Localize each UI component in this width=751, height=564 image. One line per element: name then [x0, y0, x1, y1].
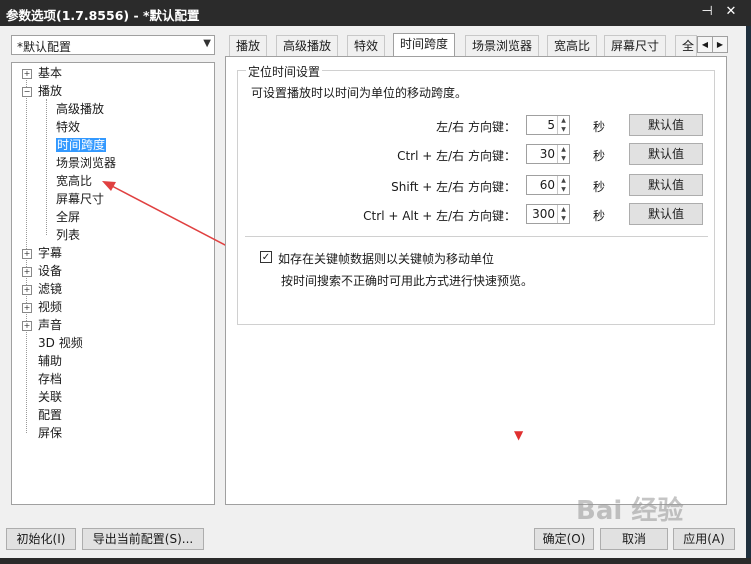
row-label-ctrl-alt-arrow: Ctrl + Alt + 左/右 方向键：	[363, 209, 516, 223]
tab-strip: 播放 高级播放 特效 时间跨度 场景浏览器 宽高比 屏幕尺寸 全	[227, 33, 727, 57]
unit-label: 秒	[593, 209, 606, 223]
spin-arrows-icon[interactable]: ▲ ▼	[557, 205, 569, 223]
default-button[interactable]: 默认值	[629, 143, 703, 165]
spin-arrows-icon[interactable]: ▲ ▼	[557, 116, 569, 134]
tab-effects[interactable]: 特效	[347, 35, 386, 56]
apply-button[interactable]: 应用(A)	[673, 528, 735, 550]
cancel-button[interactable]: 取消	[600, 528, 668, 550]
tab-screen-size[interactable]: 屏幕尺寸	[604, 35, 667, 56]
shift-arrow-seconds-stepper[interactable]: 60 ▲ ▼	[526, 175, 570, 195]
marker-icon: ▼	[514, 428, 524, 442]
row-label-shift-arrow: Shift + 左/右 方向键：	[391, 180, 516, 194]
ok-button[interactable]: 确定(O)	[534, 528, 594, 550]
keyframe-checkbox-label[interactable]: 如存在关键帧数据则以关键帧为移动单位	[278, 250, 494, 267]
watermark: Bai 经验	[576, 496, 684, 526]
tab-time-span[interactable]: 时间跨度	[393, 33, 456, 57]
keyframe-checkbox[interactable]: ✓	[260, 251, 272, 263]
taskbar-edge	[0, 558, 751, 564]
default-button[interactable]: 默认值	[629, 114, 703, 136]
chevron-left-icon[interactable]: ◀	[697, 36, 713, 53]
tab-advanced-playback[interactable]: 高级播放	[276, 35, 339, 56]
tab-playback[interactable]: 播放	[229, 35, 268, 56]
tab-fullscreen[interactable]: 全	[675, 35, 697, 56]
spin-arrows-icon[interactable]: ▲ ▼	[557, 145, 569, 163]
ctrl-arrow-seconds-stepper[interactable]: 30 ▲ ▼	[526, 144, 570, 164]
arrow-seconds-stepper[interactable]: 5 ▲ ▼	[526, 115, 570, 135]
spin-arrows-icon[interactable]: ▲ ▼	[557, 176, 569, 194]
default-button[interactable]: 默认值	[629, 203, 703, 225]
group-separator	[245, 236, 708, 237]
chevron-right-icon[interactable]: ▶	[712, 36, 728, 53]
tab-scene-browser[interactable]: 场景浏览器	[465, 35, 540, 56]
group-title: 定位时间设置	[246, 63, 323, 80]
group-description: 可设置播放时以时间为单位的移动跨度。	[251, 86, 468, 100]
unit-label: 秒	[593, 180, 606, 194]
ctrl-alt-arrow-seconds-stepper[interactable]: 300 ▲ ▼	[526, 204, 570, 224]
default-button[interactable]: 默认值	[629, 174, 703, 196]
row-label-ctrl-arrow: Ctrl + 左/右 方向键：	[397, 149, 516, 163]
keyframe-hint: 按时间搜索不正确时可用此方式进行快速预览。	[281, 274, 534, 288]
unit-label: 秒	[593, 120, 606, 134]
export-config-button[interactable]: 导出当前配置(S)...	[82, 528, 204, 550]
init-button[interactable]: 初始化(I)	[6, 528, 76, 550]
row-label-arrow: 左/右 方向键：	[436, 120, 516, 134]
tab-aspect-ratio[interactable]: 宽高比	[547, 35, 598, 56]
unit-label: 秒	[593, 149, 606, 163]
